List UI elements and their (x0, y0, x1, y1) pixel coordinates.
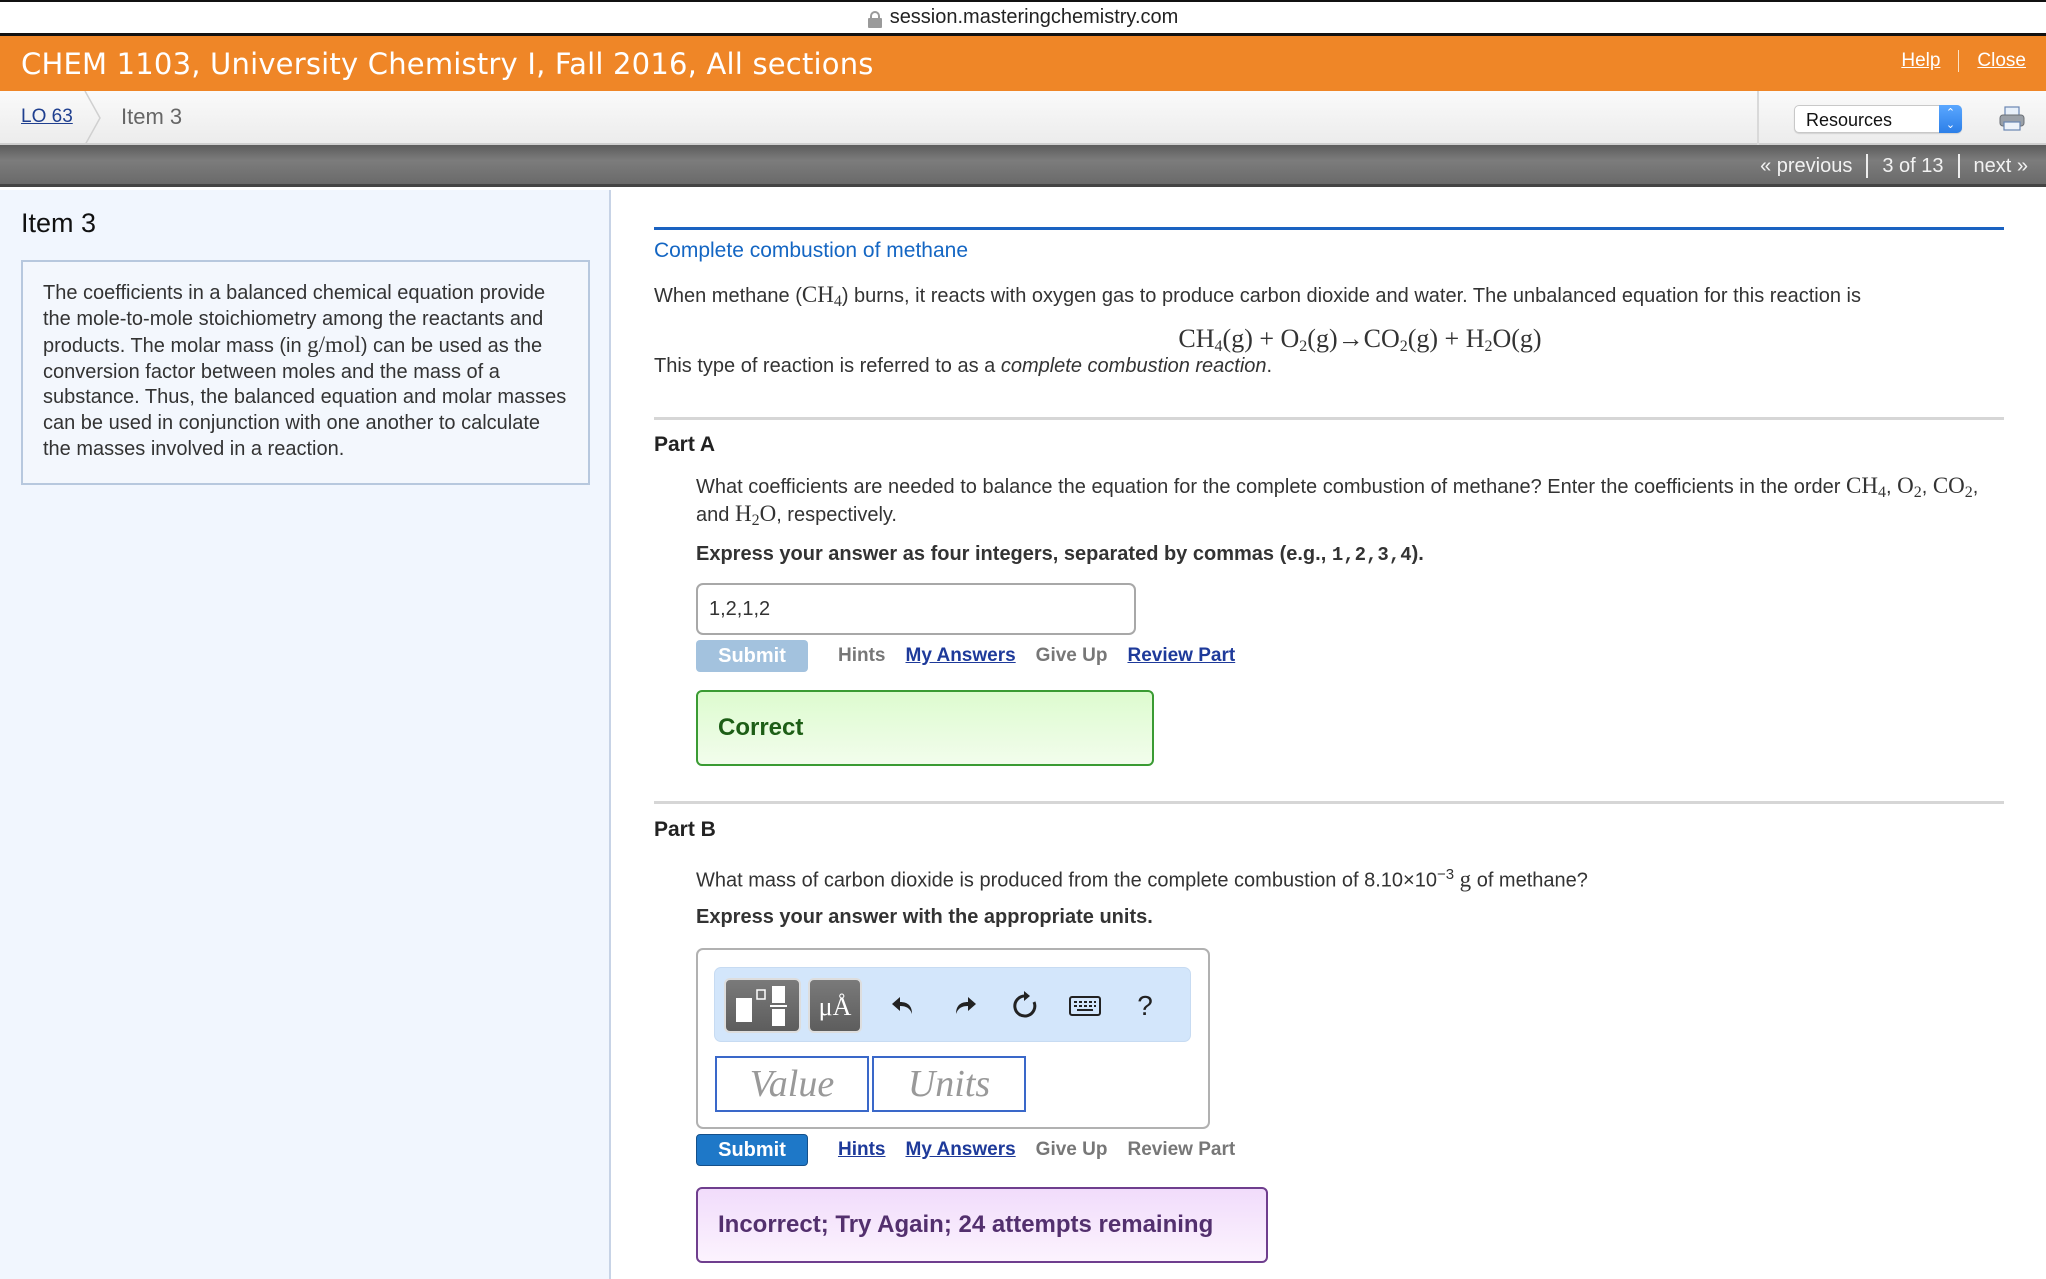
part-b-divider (654, 801, 2004, 804)
url-text: session.masteringchemistry.com (889, 6, 1179, 28)
course-header: CHEM 1103, University Chemistry I, Fall … (0, 36, 2046, 91)
select-stepper-icon: ⌃ ⌄ (1939, 105, 1962, 133)
reset-icon[interactable] (1007, 988, 1043, 1024)
part-a-review-part-link[interactable]: Review Part (1127, 645, 1235, 667)
part-b-review-part-link: Review Part (1127, 1139, 1236, 1160)
part-a-feedback-correct: Correct (696, 690, 1154, 766)
units-button[interactable]: μÅ (808, 978, 862, 1033)
part-a-answer-input[interactable] (696, 583, 1136, 635)
item-intro-panel: Item 3 The coefficients in a balanced ch… (0, 190, 611, 1279)
part-b-my-answers-link[interactable]: My Answers (906, 1139, 1016, 1161)
part-a-instruction: Express your answer as four integers, se… (696, 543, 1424, 566)
help-link[interactable]: Help (1901, 50, 1940, 72)
breadcrumb-current: Item 3 (121, 104, 183, 129)
templates-button[interactable] (724, 978, 801, 1033)
formula-ch4: CH4 (801, 282, 842, 310)
breadcrumb-parent-link[interactable]: LO 63 (21, 106, 73, 128)
part-b-instruction: Express your answer with the appropriate… (696, 906, 1153, 928)
breadcrumb-bar: LO 63 Item 3 Resources ⌃ ⌄ (0, 91, 2046, 145)
intro-divider (654, 227, 2004, 230)
units-input[interactable]: Units (872, 1056, 1026, 1112)
part-b-title: Part B (654, 818, 716, 841)
item-navigation-bar: « previous 3 of 13 next » (0, 145, 2046, 187)
part-a-question: What coefficients are needed to balance … (696, 473, 1979, 529)
math-toolbar: μÅ ? (714, 967, 1191, 1042)
templates-icon (736, 986, 787, 1026)
toolbar-divider (1757, 91, 1759, 145)
resources-selected: Resources (1806, 110, 1893, 130)
header-divider (1958, 50, 1960, 72)
intro-text-part: When methane ( (654, 285, 802, 307)
item-title: Item 3 (21, 208, 97, 238)
problem-intro-text-2: This type of reaction is referred to as … (654, 355, 1273, 377)
part-a-give-up-link: Give Up (1035, 645, 1108, 666)
value-input[interactable]: Value (715, 1056, 869, 1112)
part-a-actions: Submit Hints My Answers Give Up Review P… (696, 640, 1255, 672)
keyboard-icon[interactable] (1067, 988, 1103, 1024)
part-a-title: Part A (654, 433, 716, 456)
item-intro-box: The coefficients in a balanced chemical … (21, 260, 590, 485)
breadcrumb-chevron-icon (84, 91, 101, 145)
part-b-hints-link[interactable]: Hints (838, 1139, 886, 1161)
redo-icon[interactable] (947, 988, 983, 1024)
browser-url-bar[interactable]: session.masteringchemistry.com (0, 0, 2046, 36)
part-b-give-up-link[interactable]: Give Up (1036, 1139, 1108, 1161)
answer-entry-widget: μÅ ? Value Units (696, 948, 1210, 1129)
help-question-icon[interactable]: ? (1127, 988, 1163, 1024)
part-b-feedback-incorrect: Incorrect; Try Again; 24 attempts remain… (696, 1187, 1268, 1263)
problem-intro-text: When methane (CH4) burns, it reacts with… (654, 282, 2004, 310)
part-a-my-answers-link[interactable]: My Answers (906, 645, 1016, 667)
nav-divider (1957, 154, 1960, 178)
course-title: CHEM 1103, University Chemistry I, Fall … (21, 46, 874, 81)
part-a-hints-link: Hints (838, 645, 886, 666)
part-b-question: What mass of carbon dioxide is produced … (696, 866, 1588, 892)
part-a-divider (654, 417, 2004, 420)
resources-select[interactable]: Resources ⌃ ⌄ (1794, 105, 1962, 133)
close-link[interactable]: Close (1977, 50, 2026, 72)
intro-text-part: ) burns, it reacts with oxygen gas to pr… (841, 285, 1861, 307)
undo-icon[interactable] (885, 988, 921, 1024)
part-b-submit-button[interactable]: Submit (696, 1134, 808, 1166)
intro-unit: g/mol (307, 332, 361, 358)
part-b-actions: Submit Hints My Answers Give Up Review P… (696, 1134, 1255, 1166)
problem-title: Complete combustion of methane (654, 239, 969, 262)
part-a-submit-button[interactable]: Submit (696, 640, 808, 672)
print-icon[interactable] (1998, 105, 2026, 133)
lock-icon (867, 10, 882, 28)
previous-link[interactable]: « previous (1760, 155, 1852, 178)
item-position: 3 of 13 (1882, 154, 1944, 177)
nav-divider (1866, 154, 1869, 178)
unbalanced-equation: CH4(g) + O2(g)→CO2(g) + H2O(g) (1178, 324, 1542, 355)
next-link[interactable]: next » (1974, 155, 2028, 178)
